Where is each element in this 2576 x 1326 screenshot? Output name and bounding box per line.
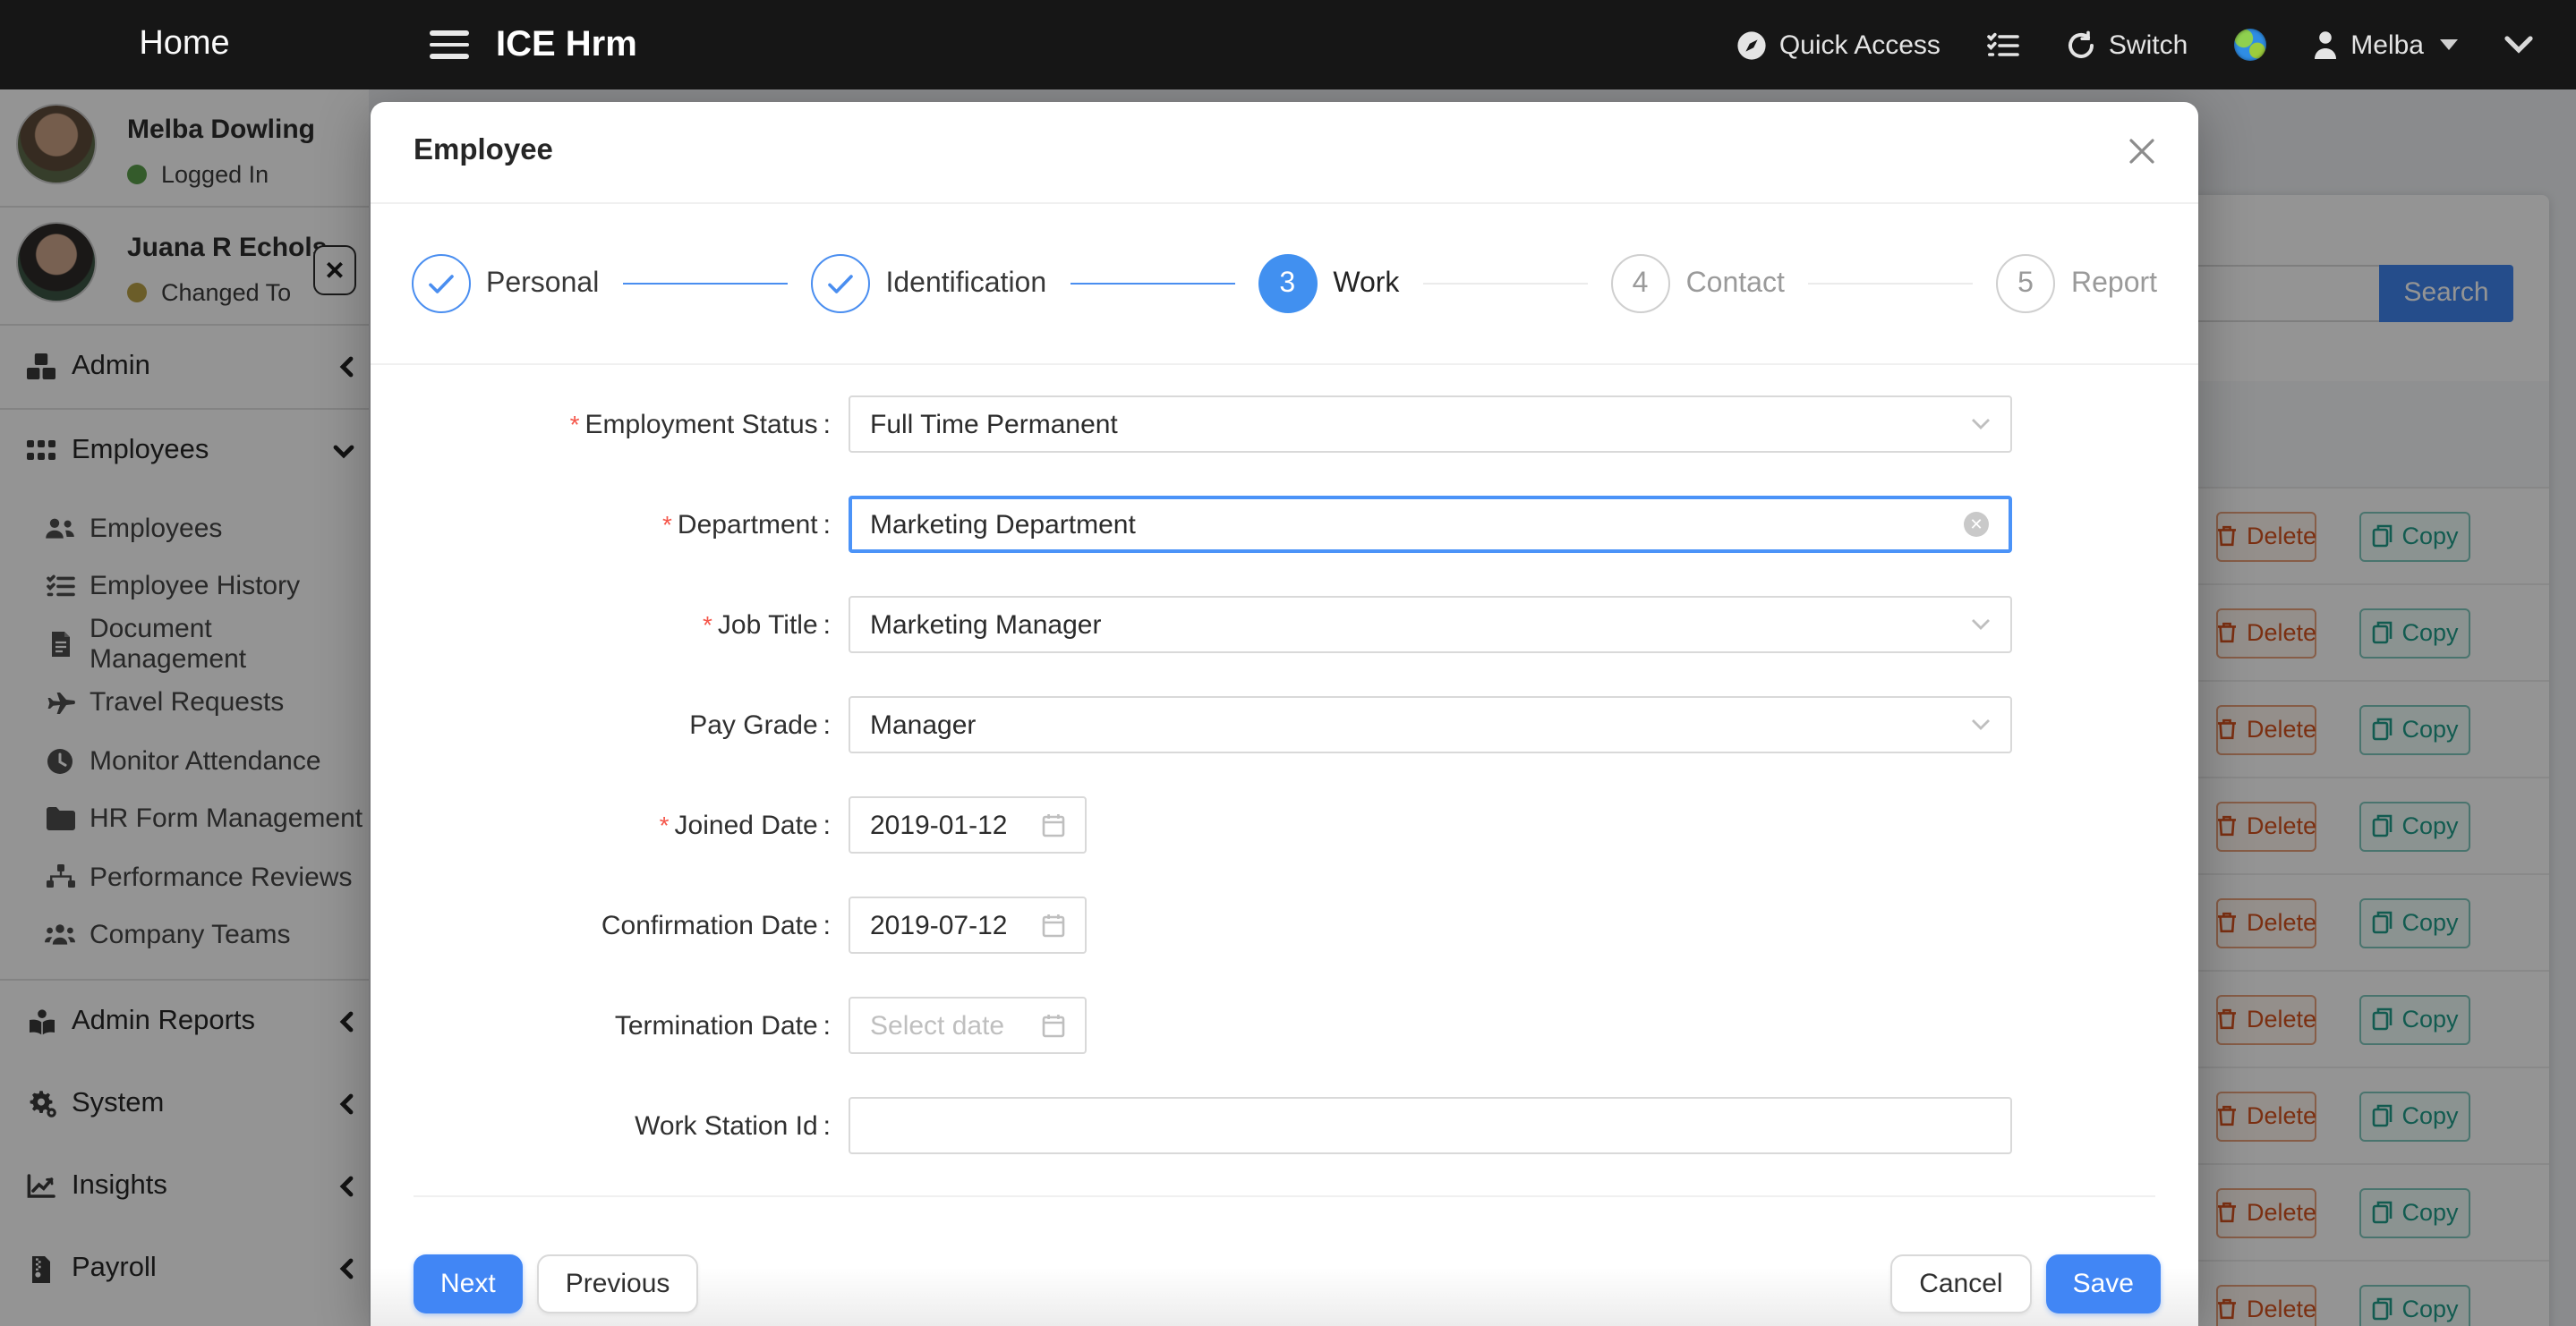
switch-icon — [2066, 30, 2096, 60]
modal-title: Employee — [414, 135, 553, 169]
field-label: Confirmation Date: — [414, 910, 831, 940]
calendar-icon — [1042, 812, 1065, 837]
tasks-icon[interactable] — [1987, 31, 2019, 58]
step-number: 3 — [1258, 254, 1317, 313]
step-personal[interactable]: Personal — [411, 254, 599, 313]
step-connector — [622, 282, 787, 285]
top-navbar: Home ICE Hrm Quick Access Switch Melba — [0, 0, 2576, 89]
step-identification[interactable]: Identification — [810, 254, 1046, 313]
step-contact[interactable]: 4 Contact — [1611, 254, 1785, 313]
pay-grade-select[interactable]: Manager — [849, 696, 2012, 753]
modal-header: Employee — [370, 101, 2198, 204]
step-connector — [1422, 282, 1587, 285]
chevron-down-icon — [1971, 418, 1991, 430]
modal-footer: Next Previous Cancel Save — [370, 1197, 2198, 1326]
joined-date-picker[interactable]: 2019-01-12 — [849, 796, 1087, 854]
user-menu[interactable]: Melba — [2313, 30, 2458, 60]
job-title-select[interactable]: Marketing Manager — [849, 596, 2012, 653]
hamburger-menu-icon[interactable] — [430, 30, 469, 59]
check-icon — [411, 254, 470, 313]
next-button[interactable]: Next — [414, 1255, 523, 1313]
save-button[interactable]: Save — [2046, 1255, 2161, 1313]
field-label: Termination Date: — [414, 1010, 831, 1041]
step-report[interactable]: 5 Report — [1996, 254, 2157, 313]
field-label: Pay Grade: — [414, 710, 831, 740]
step-connector — [1070, 282, 1234, 285]
check-icon — [810, 254, 869, 313]
chevron-down-icon[interactable] — [2504, 36, 2533, 54]
department-select[interactable]: Marketing Department ✕ — [849, 496, 2012, 553]
switch-user-button[interactable]: Switch — [2066, 30, 2188, 60]
field-label: Work Station Id: — [414, 1110, 831, 1141]
clear-icon[interactable]: ✕ — [1964, 512, 1989, 537]
chevron-down-icon — [1971, 618, 1991, 631]
field-label: *Job Title: — [414, 609, 831, 640]
quick-access-button[interactable]: Quick Access — [1736, 30, 1941, 60]
field-label: *Department: — [414, 509, 831, 540]
app-brand: ICE Hrm — [496, 24, 637, 65]
modal-close-button[interactable] — [2128, 139, 2154, 166]
app-root: ext Search Delete — [0, 0, 2576, 1326]
field-label: *Employment Status: — [414, 409, 831, 439]
home-link[interactable]: Home — [0, 25, 369, 64]
step-connector — [1808, 282, 1973, 285]
close-icon — [2128, 139, 2154, 166]
employment-status-select[interactable]: Full Time Permanent — [849, 395, 2012, 453]
step-number: 5 — [1996, 254, 2055, 313]
calendar-icon — [1042, 1013, 1065, 1038]
confirmation-date-picker[interactable]: 2019-07-12 — [849, 897, 1087, 954]
employee-modal: Employee Personal Identification 3 Work — [370, 101, 2198, 1326]
globe-icon[interactable] — [2234, 29, 2266, 61]
step-number: 4 — [1611, 254, 1670, 313]
field-label: *Joined Date: — [414, 810, 831, 840]
compass-icon — [1736, 30, 1767, 60]
wizard-steps: Personal Identification 3 Work 4 Contact… — [370, 204, 2198, 365]
work-form: *Employment Status: Full Time Permanent … — [370, 365, 2198, 1197]
step-work[interactable]: 3 Work — [1258, 254, 1399, 313]
user-icon — [2313, 30, 2338, 59]
calendar-icon — [1042, 913, 1065, 938]
caret-down-icon — [2440, 39, 2458, 50]
chevron-down-icon — [1971, 718, 1991, 731]
termination-date-picker[interactable]: Select date — [849, 997, 1087, 1054]
cancel-button[interactable]: Cancel — [1890, 1255, 2031, 1313]
work-station-id-input[interactable] — [849, 1097, 2012, 1154]
previous-button[interactable]: Previous — [537, 1255, 699, 1313]
